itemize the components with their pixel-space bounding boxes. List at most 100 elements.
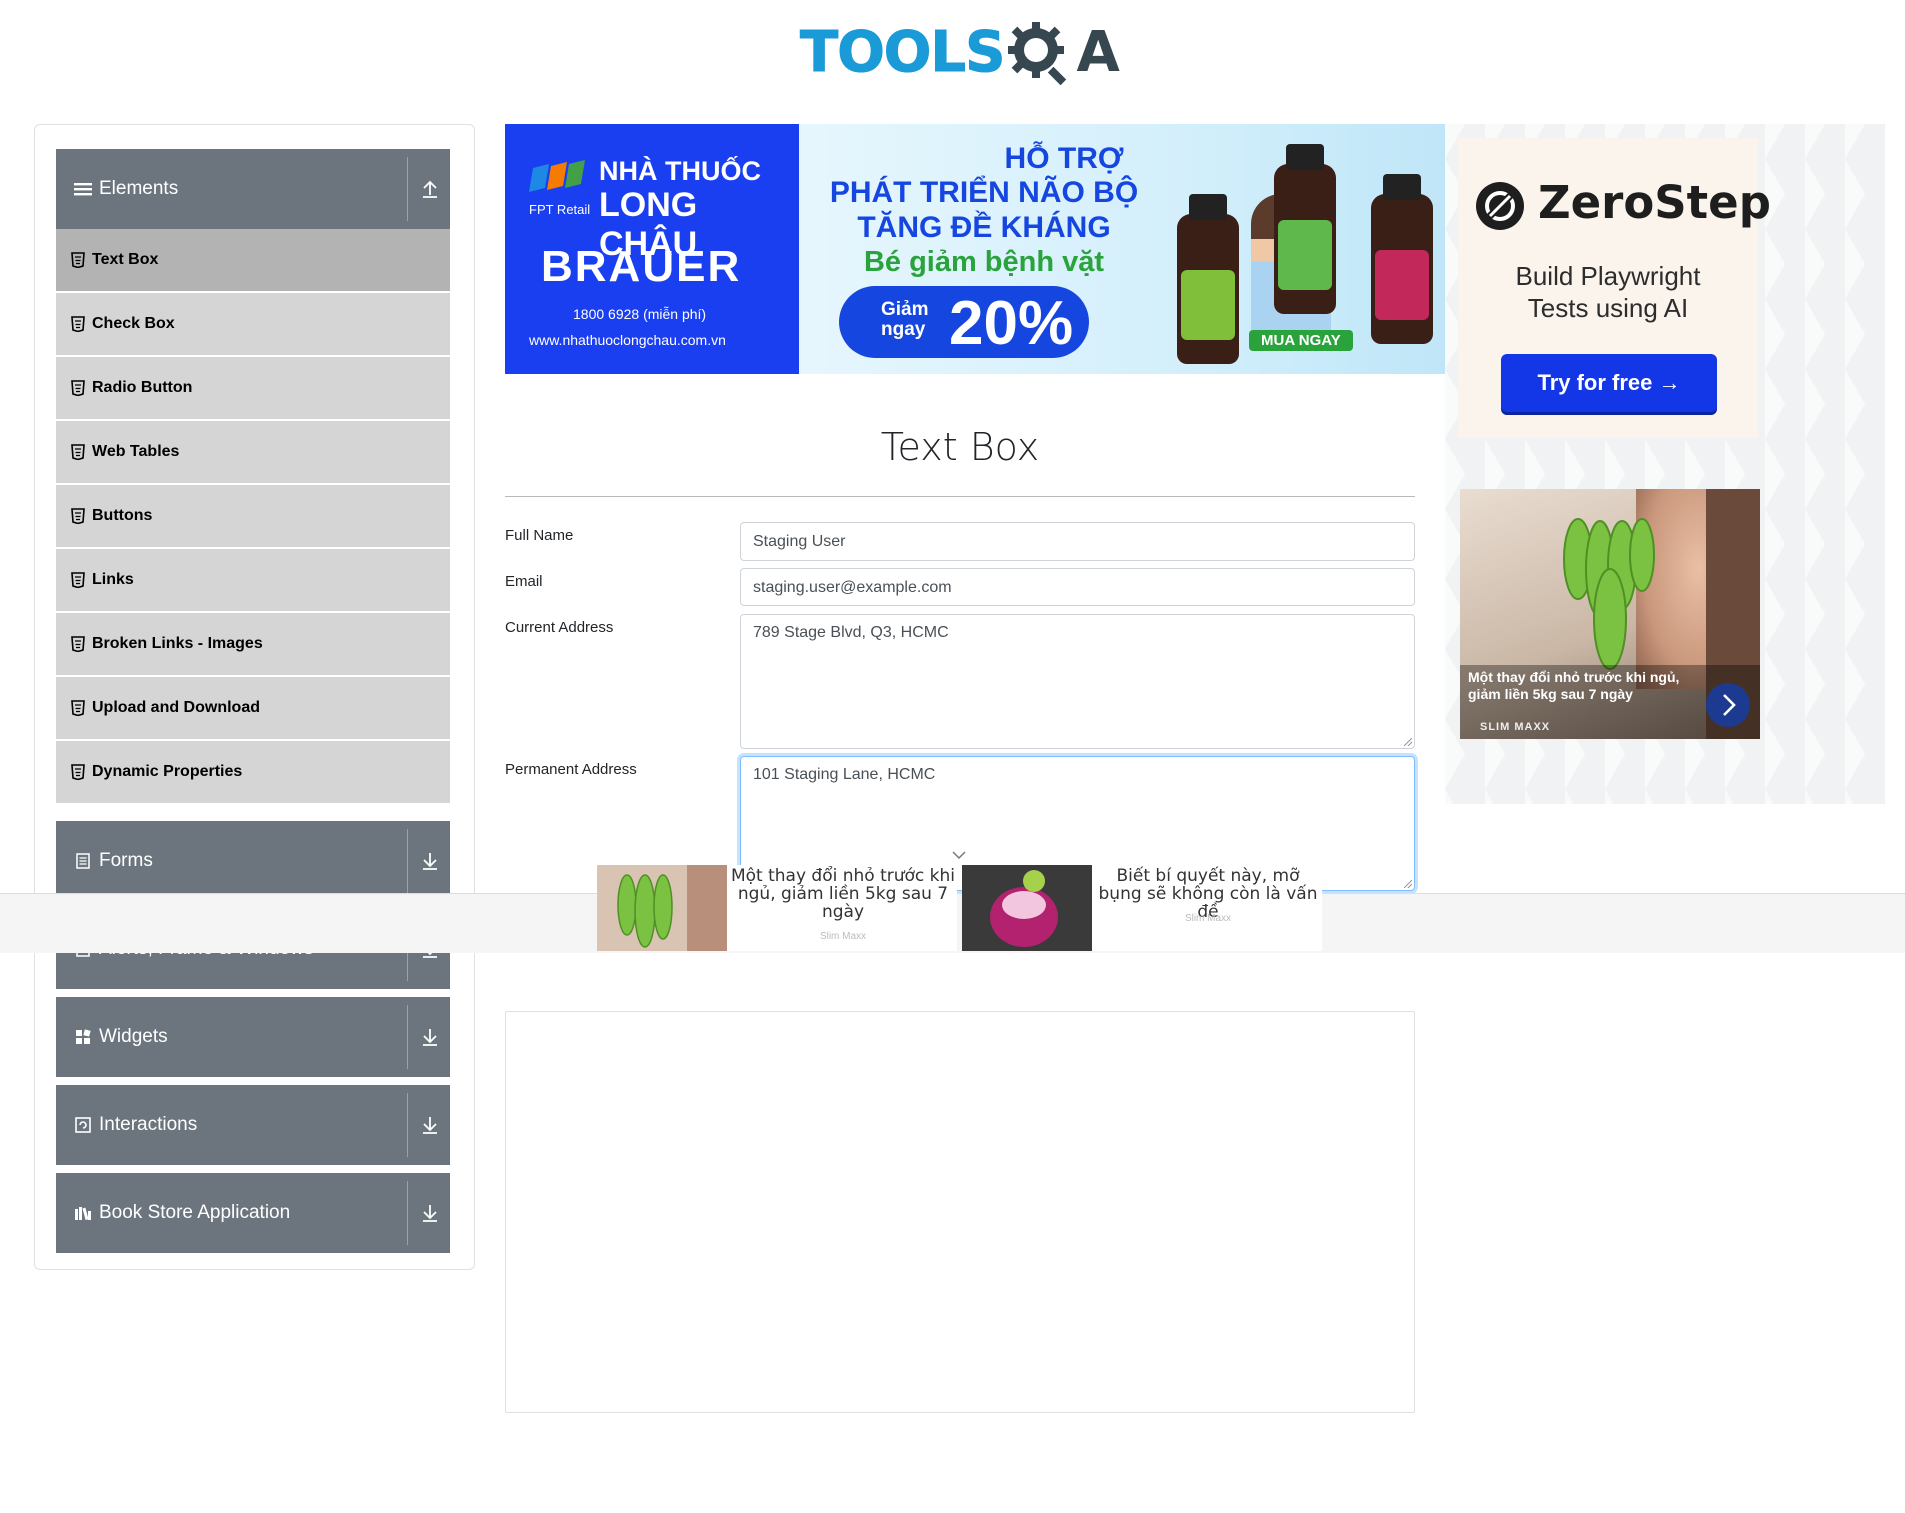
group-label: Forms [99,850,153,871]
hamburger-icon [73,179,93,199]
html-icon [71,380,85,396]
current-address-label: Current Address [505,619,614,636]
group-elements[interactable]: Elements [56,149,450,229]
collapse-up-icon[interactable] [420,178,440,200]
group-label: Book Store Application [99,1202,291,1223]
book-icon [73,1203,93,1223]
discount-label: Giảm ngay [881,299,929,340]
output-box [505,1011,1415,1413]
next-button[interactable] [1706,683,1750,727]
html-icon [71,508,85,524]
bottle-image [1274,144,1336,314]
zerostep-brand: ZeroStep [1538,176,1771,229]
sidebar-item-web-tables[interactable]: Web Tables [56,421,450,483]
sidebar-item-broken-links[interactable]: Broken Links - Images [56,613,450,675]
vegetable-thumbnail [597,865,727,951]
fpt-retail-text: FPT Retail [529,202,591,217]
divider [407,1093,408,1157]
video-brand: SLIM MAXX [1480,721,1551,733]
onion-thumbnail [962,865,1092,951]
logo-qa-text: A [1076,20,1120,85]
discount-pill: Giảm ngay 20% [839,286,1089,358]
sidebar-item-links[interactable]: Links [56,549,450,611]
anchor-ad-card[interactable]: Biết bí quyết này, mỡ bụng sẽ không còn … [962,865,1322,951]
group-forms[interactable]: Forms [56,821,450,901]
anchor-ad-text: Một thay đổi nhỏ trước khi ngủ, giảm liề… [730,866,956,922]
video-caption: Một thay đổi nhỏ trước khi ngủ, giảm liề… [1468,669,1680,702]
page-title: Text Box [880,425,1040,469]
buy-now-badge[interactable]: MUA NGAY [1249,330,1353,351]
toolsqa-logo[interactable]: TOOLS A [799,15,1120,90]
title-divider [505,496,1415,497]
sidebar-item-buttons[interactable]: Buttons [56,485,450,547]
sidebar-item-upload-download[interactable]: Upload and Download [56,677,450,739]
sidebar-item-label: Broken Links - Images [92,635,263,652]
chevron-down-icon[interactable] [948,848,970,862]
vegetable-image [1563,518,1655,670]
widgets-icon [73,1027,93,1047]
group-widgets[interactable]: Widgets [56,997,450,1077]
email-input[interactable]: staging.user@example.com [740,568,1415,606]
html-icon [71,764,85,780]
sidebar-item-label: Radio Button [92,379,193,396]
full-name-input[interactable]: Staging User [740,522,1415,561]
html-icon [71,316,85,332]
headline-4: Bé giảm bệnh vặt [863,246,1105,278]
divider [407,829,408,893]
logo-text: TOOLS [799,20,1005,86]
expand-down-icon[interactable] [420,1026,440,1048]
html-icon [71,572,85,588]
divider [407,157,408,221]
banner-brand-panel: FPT Retail NHÀ THUỐC LONG CHÂU BRAUER 18… [505,124,799,374]
bottle-image [1371,174,1433,344]
anchor-ad-source: Slim Maxx [819,931,867,942]
form-icon [73,851,93,871]
phone-text: 1800 6928 (miễn phí) [573,306,707,322]
sidebar-item-radio-button[interactable]: Radio Button [56,357,450,419]
chevron-right-icon [1723,694,1736,716]
interactions-icon [73,1115,93,1135]
sidebar-item-dynamic-properties[interactable]: Dynamic Properties [56,741,450,803]
product-name: BRAUER [541,242,742,291]
discount-value: 20% [949,289,1074,358]
resize-grip-icon[interactable] [1404,880,1412,888]
headline-1: HỖ TRỢ [1004,142,1124,175]
zerostep-logo-icon [1476,182,1524,230]
anchor-ad-card[interactable]: Một thay đổi nhỏ trước khi ngủ, giảm liề… [597,865,957,951]
email-label: Email [505,573,543,590]
expand-down-icon[interactable] [420,850,440,872]
group-book-store[interactable]: Book Store Application [56,1173,450,1253]
sidebar-item-text-box[interactable]: Text Box [56,229,450,291]
current-address-textarea[interactable]: 789 Stage Blvd, Q3, HCMC [740,614,1415,749]
html-icon [71,636,85,652]
resize-grip-icon[interactable] [1404,738,1412,746]
zerostep-ad[interactable]: ZeroStep Build Playwright Tests using AI… [1458,138,1771,438]
headline-2: PHÁT TRIỂN NÃO BỘ [829,176,1139,209]
sidebar-item-label: Upload and Download [92,699,260,716]
html-icon [71,252,85,268]
sidebar-item-label: Check Box [92,315,175,332]
sidebar-item-check-box[interactable]: Check Box [56,293,450,355]
pharmacy-banner-ad[interactable]: FPT Retail NHÀ THUỐC LONG CHÂU BRAUER 18… [505,124,1445,374]
site-text: www.nhathuoclongchau.com.vn [529,332,726,348]
group-interactions[interactable]: Interactions [56,1085,450,1165]
headline-3: TĂNG ĐỀ KHÁNG [857,211,1111,244]
expand-down-icon[interactable] [420,1202,440,1224]
permanent-address-value: 101 Staging Lane, HCMC [753,766,936,783]
gear-magnifier-icon [1008,21,1067,85]
brand-line1: NHÀ THUỐC [599,156,761,186]
expand-down-icon[interactable] [420,1114,440,1136]
zerostep-tagline: Build Playwright Tests using AI [1515,261,1701,323]
permanent-address-label: Permanent Address [505,761,637,778]
video-ad[interactable]: Một thay đổi nhỏ trước khi ngủ, giảm liề… [1460,489,1760,739]
divider [407,1005,408,1069]
divider [407,1181,408,1245]
group-label: Interactions [99,1114,198,1135]
banner-promo-panel: HỖ TRỢ PHÁT TRIỂN NÃO BỘ TĂNG ĐỀ KHÁNG B… [799,124,1445,374]
group-label: Widgets [99,1026,168,1047]
try-for-free-button[interactable]: Try for free → [1501,354,1717,412]
current-address-value: 789 Stage Blvd, Q3, HCMC [753,624,949,641]
group-label: Elements [99,178,179,199]
full-name-label: Full Name [505,527,574,544]
html-icon [71,444,85,460]
